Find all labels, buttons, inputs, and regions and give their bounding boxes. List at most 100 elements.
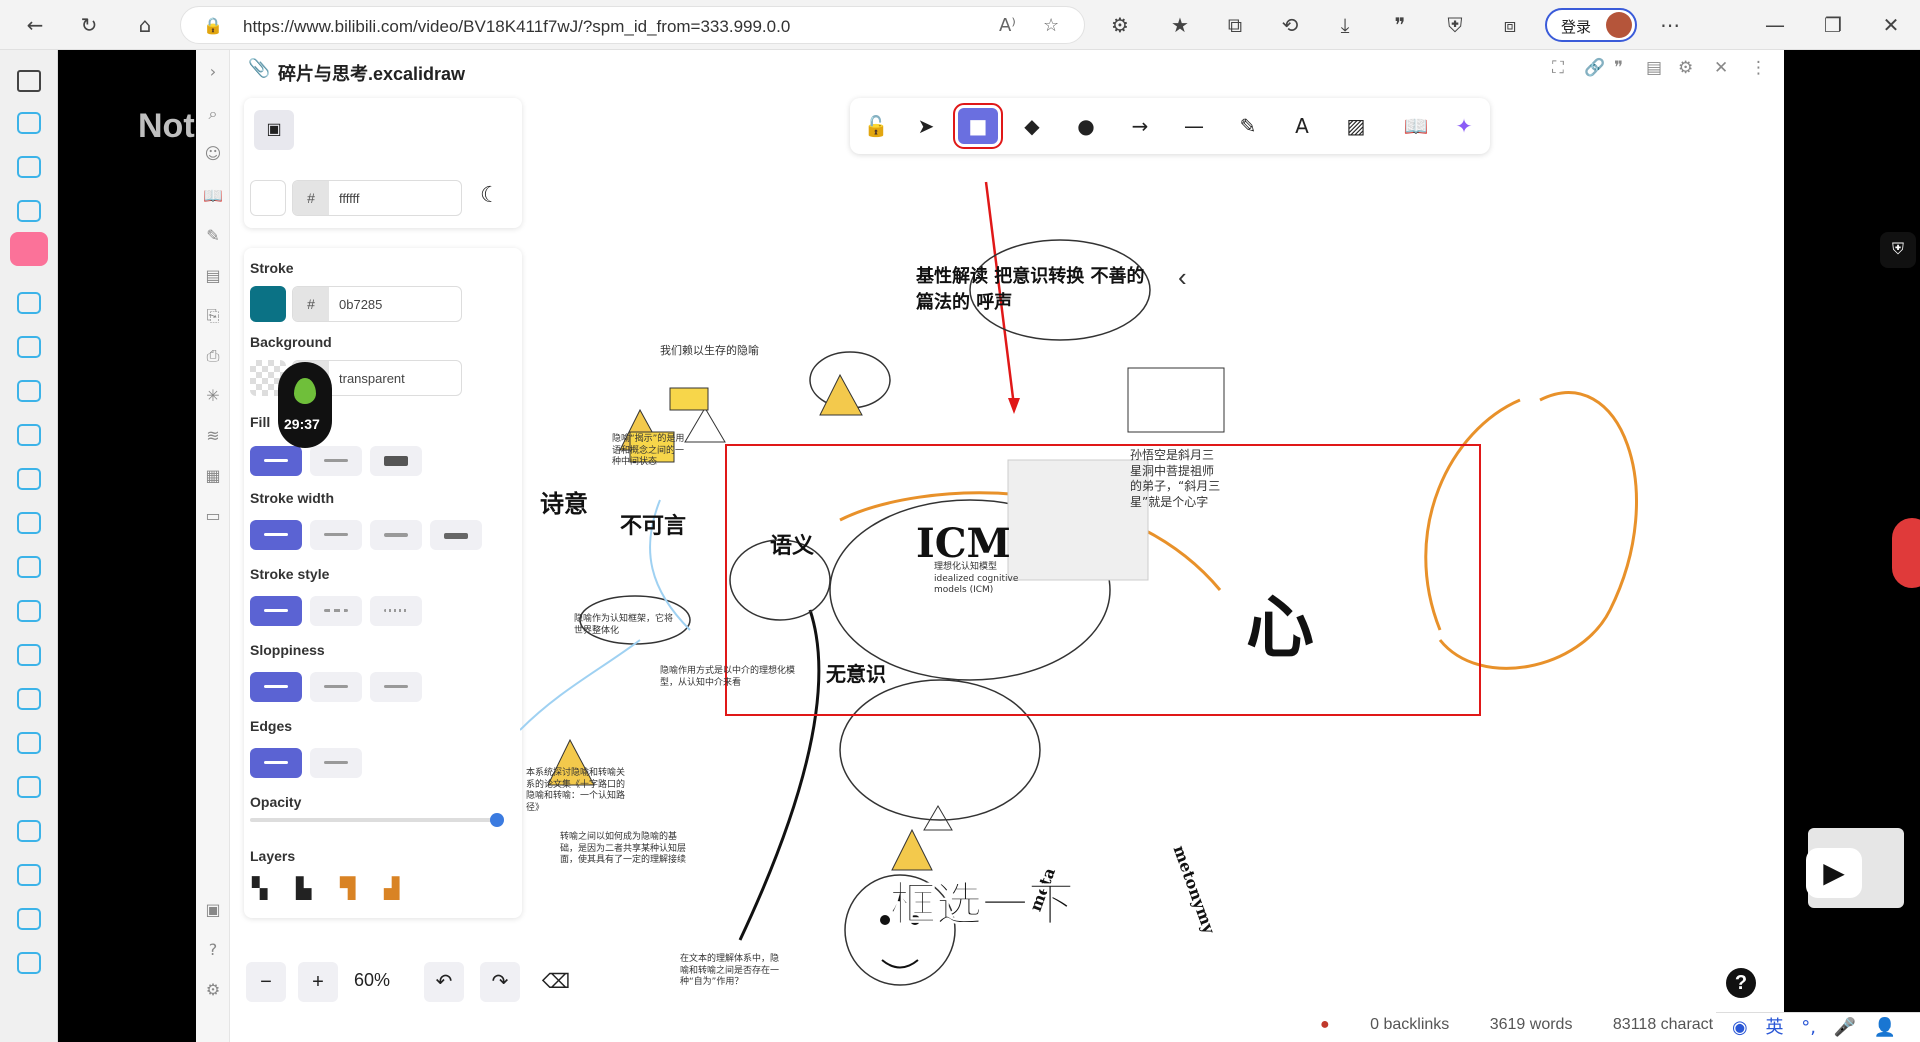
ime-toolbar[interactable]: ◉ 英 °, 🎤 👤: [1716, 1012, 1920, 1042]
bilibili-tab-icon[interactable]: [17, 600, 41, 622]
stroke-width-max[interactable]: [430, 520, 482, 550]
side-red-button[interactable]: [1892, 518, 1920, 588]
send-to-back-icon[interactable]: ▚: [252, 876, 282, 906]
plugin-icon[interactable]: ✦: [1444, 108, 1484, 144]
ime-logo-icon[interactable]: ◉: [1732, 1017, 1748, 1038]
pencil-tool-icon[interactable]: ✎: [1228, 108, 1268, 144]
bilibili-tab-active-icon[interactable]: [10, 232, 48, 266]
edges-round[interactable]: [310, 748, 362, 778]
favorites-icon[interactable]: ★: [1165, 10, 1195, 40]
fill-solid[interactable]: [370, 446, 422, 476]
stroke-width-extra[interactable]: [370, 520, 422, 550]
layers-icon[interactable]: ≋: [203, 426, 223, 446]
canvas-bg-hex-input[interactable]: # ffffff: [292, 180, 462, 216]
send-backward-icon[interactable]: ▙: [296, 876, 326, 906]
stroke-hex-input[interactable]: #0b7285: [292, 286, 462, 322]
extensions-icon[interactable]: ⚙: [1105, 10, 1135, 40]
backlinks-count[interactable]: 0 backlinks: [1370, 1016, 1449, 1033]
bring-forward-icon[interactable]: ▜: [340, 876, 370, 906]
slides-icon[interactable]: ▤: [203, 266, 223, 286]
fullscreen-icon[interactable]: ⛶: [1552, 58, 1564, 78]
bilibili-tab-icon[interactable]: [17, 688, 41, 710]
undo-button[interactable]: ↶: [424, 962, 464, 1002]
arrow-tool-icon[interactable]: →: [1120, 108, 1160, 144]
rectangle-tool-icon[interactable]: ■: [953, 103, 1003, 149]
library-icon[interactable]: ▣: [254, 110, 294, 150]
more-icon[interactable]: ⋯: [1655, 10, 1685, 40]
diamond-tool-icon[interactable]: ◆: [1012, 108, 1052, 144]
image-tool-icon[interactable]: ▨: [1336, 108, 1376, 144]
bilibili-tab-icon[interactable]: [17, 732, 41, 754]
bilibili-tab-icon[interactable]: [17, 156, 41, 178]
bilibili-tab-icon[interactable]: [17, 424, 41, 446]
address-bar[interactable]: 🔒 https://www.bilibili.com/video/BV18K41…: [180, 6, 1085, 44]
shield-icon[interactable]: ⛨: [1440, 10, 1470, 40]
stroke-swatch[interactable]: [250, 286, 286, 322]
screenshot-icon[interactable]: ⧈: [1495, 10, 1525, 40]
bilibili-tab-icon[interactable]: [17, 556, 41, 578]
zoom-out-button[interactable]: −: [246, 962, 286, 1002]
ime-lang-icon[interactable]: 英: [1765, 1017, 1783, 1038]
blocks-icon[interactable]: ▦: [203, 466, 223, 486]
book-icon[interactable]: 📖: [203, 186, 223, 206]
home-icon[interactable]: ⌂: [130, 10, 160, 40]
stroke-width-thin[interactable]: [250, 520, 302, 550]
download-icon[interactable]: ⤓: [1330, 10, 1360, 40]
history-icon[interactable]: ⟲: [1275, 10, 1305, 40]
restore-icon[interactable]: ❐: [1818, 10, 1848, 40]
zoom-level[interactable]: 60%: [354, 970, 390, 991]
vault-icon[interactable]: ▣: [203, 900, 223, 920]
edges-sharp[interactable]: [250, 748, 302, 778]
bilibili-tab-icon[interactable]: [17, 512, 41, 534]
stroke-width-bold[interactable]: [310, 520, 362, 550]
library-book-icon[interactable]: 📖: [1396, 108, 1436, 144]
bilibili-tab-icon[interactable]: [17, 864, 41, 886]
bilibili-tab-icon[interactable]: [17, 336, 41, 358]
bilibili-tab-icon[interactable]: [17, 292, 41, 314]
bilibili-tab-icon[interactable]: [17, 908, 41, 930]
sloppiness-cartoonist[interactable]: [370, 672, 422, 702]
fill-cross-hatch[interactable]: [310, 446, 362, 476]
help-icon[interactable]: ?: [203, 940, 223, 960]
bilibili-tab-icon[interactable]: [17, 776, 41, 798]
ellipse-tool-icon[interactable]: ●: [1066, 108, 1106, 144]
files-icon[interactable]: ⌕: [203, 104, 223, 124]
lock-tool-icon[interactable]: 🔓: [856, 108, 896, 144]
close-icon[interactable]: ✕: [1714, 58, 1728, 78]
graph-icon[interactable]: ☺: [203, 144, 223, 164]
settings-icon[interactable]: ⚙: [203, 980, 223, 1000]
line-tool-icon[interactable]: —: [1174, 108, 1214, 144]
read-aloud-icon[interactable]: A⁾: [999, 15, 1016, 36]
shield-toggle-icon[interactable]: ⛨: [1880, 232, 1916, 268]
tab-actions-icon[interactable]: [17, 70, 41, 92]
markdown-icon[interactable]: ▤: [1646, 58, 1662, 78]
collections-icon[interactable]: ⧉: [1220, 10, 1250, 40]
pen-icon[interactable]: ✎: [203, 226, 223, 246]
ime-user-icon[interactable]: 👤: [1874, 1017, 1896, 1038]
canvas-bg-swatch[interactable]: [250, 180, 286, 216]
ime-punct-icon[interactable]: °,: [1801, 1017, 1816, 1038]
ime-mic-icon[interactable]: 🎤: [1834, 1017, 1856, 1038]
gear-icon[interactable]: ⚙: [1678, 58, 1693, 78]
tv-play-icon[interactable]: ▶: [1806, 848, 1862, 898]
back-icon[interactable]: ←: [20, 10, 50, 40]
help-button[interactable]: ?: [1726, 968, 1756, 998]
favorite-add-icon[interactable]: ☆: [1043, 15, 1059, 36]
zoom-in-button[interactable]: +: [298, 962, 338, 1002]
more-options-icon[interactable]: ⋮: [1750, 58, 1767, 78]
login-button[interactable]: 登录: [1545, 8, 1637, 42]
moon-icon[interactable]: ☾: [480, 182, 500, 208]
bring-to-front-icon[interactable]: ▟: [384, 876, 414, 906]
fill-hachure[interactable]: [250, 446, 302, 476]
bilibili-tab-icon[interactable]: [17, 380, 41, 402]
opacity-handle[interactable]: [490, 813, 504, 827]
refresh-icon[interactable]: ↻: [74, 10, 104, 40]
bilibili-tab-icon[interactable]: [17, 200, 41, 222]
network-icon[interactable]: ✳: [203, 386, 223, 406]
collapse-icon[interactable]: ›: [203, 62, 223, 82]
selection-tool-icon[interactable]: ➤: [906, 108, 946, 144]
bilibili-tab-icon[interactable]: [17, 820, 41, 842]
sloppiness-artist[interactable]: [310, 672, 362, 702]
sloppiness-architect[interactable]: [250, 672, 302, 702]
link-icon[interactable]: 🔗: [1584, 58, 1605, 78]
